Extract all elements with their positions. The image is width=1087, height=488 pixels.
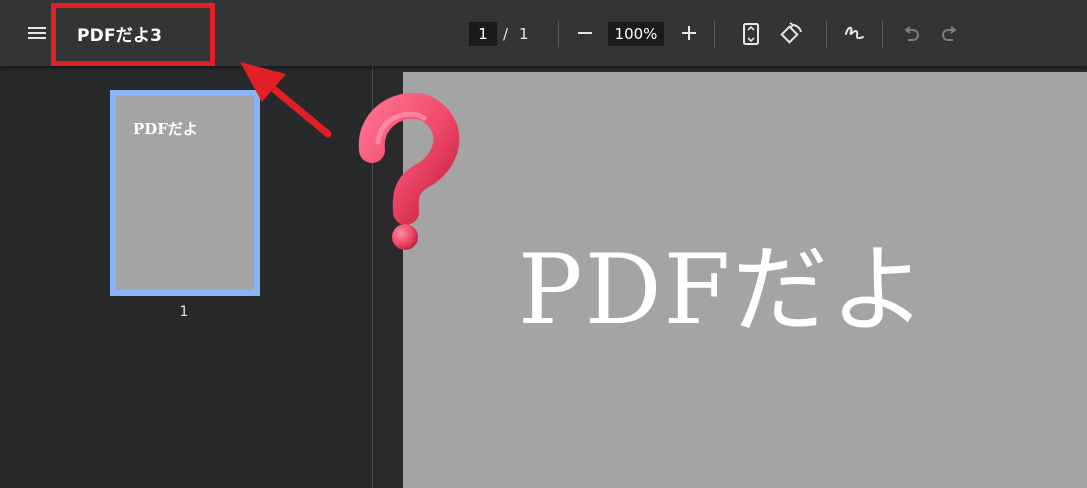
- pdf-page: PDFだよ: [403, 72, 1087, 488]
- current-page-input[interactable]: 1: [469, 22, 497, 46]
- toolbar-divider: [558, 21, 559, 47]
- zoom-out-icon[interactable]: [576, 24, 594, 42]
- undo-icon[interactable]: [902, 24, 920, 42]
- rotate-icon[interactable]: [778, 21, 804, 47]
- zoom-in-icon[interactable]: [680, 24, 698, 42]
- toolbar-divider: [826, 21, 827, 47]
- toolbar-divider: [714, 21, 715, 47]
- total-pages: 1: [519, 25, 529, 43]
- draw-icon[interactable]: [843, 22, 865, 44]
- zoom-input[interactable]: 100%: [608, 22, 664, 46]
- menu-icon[interactable]: [26, 22, 48, 44]
- title-highlight-box: [51, 3, 215, 66]
- redo-icon[interactable]: [941, 24, 959, 42]
- page-content-text: PDFだよ: [518, 234, 929, 346]
- thumbnail-page-number: 1: [179, 304, 189, 320]
- fit-page-icon[interactable]: [741, 22, 761, 46]
- page-separator: /: [503, 25, 509, 43]
- page-thumbnail[interactable]: PDFだよ: [110, 90, 260, 296]
- thumbnail-text: PDFだよ: [133, 120, 198, 138]
- toolbar-divider: [882, 21, 883, 47]
